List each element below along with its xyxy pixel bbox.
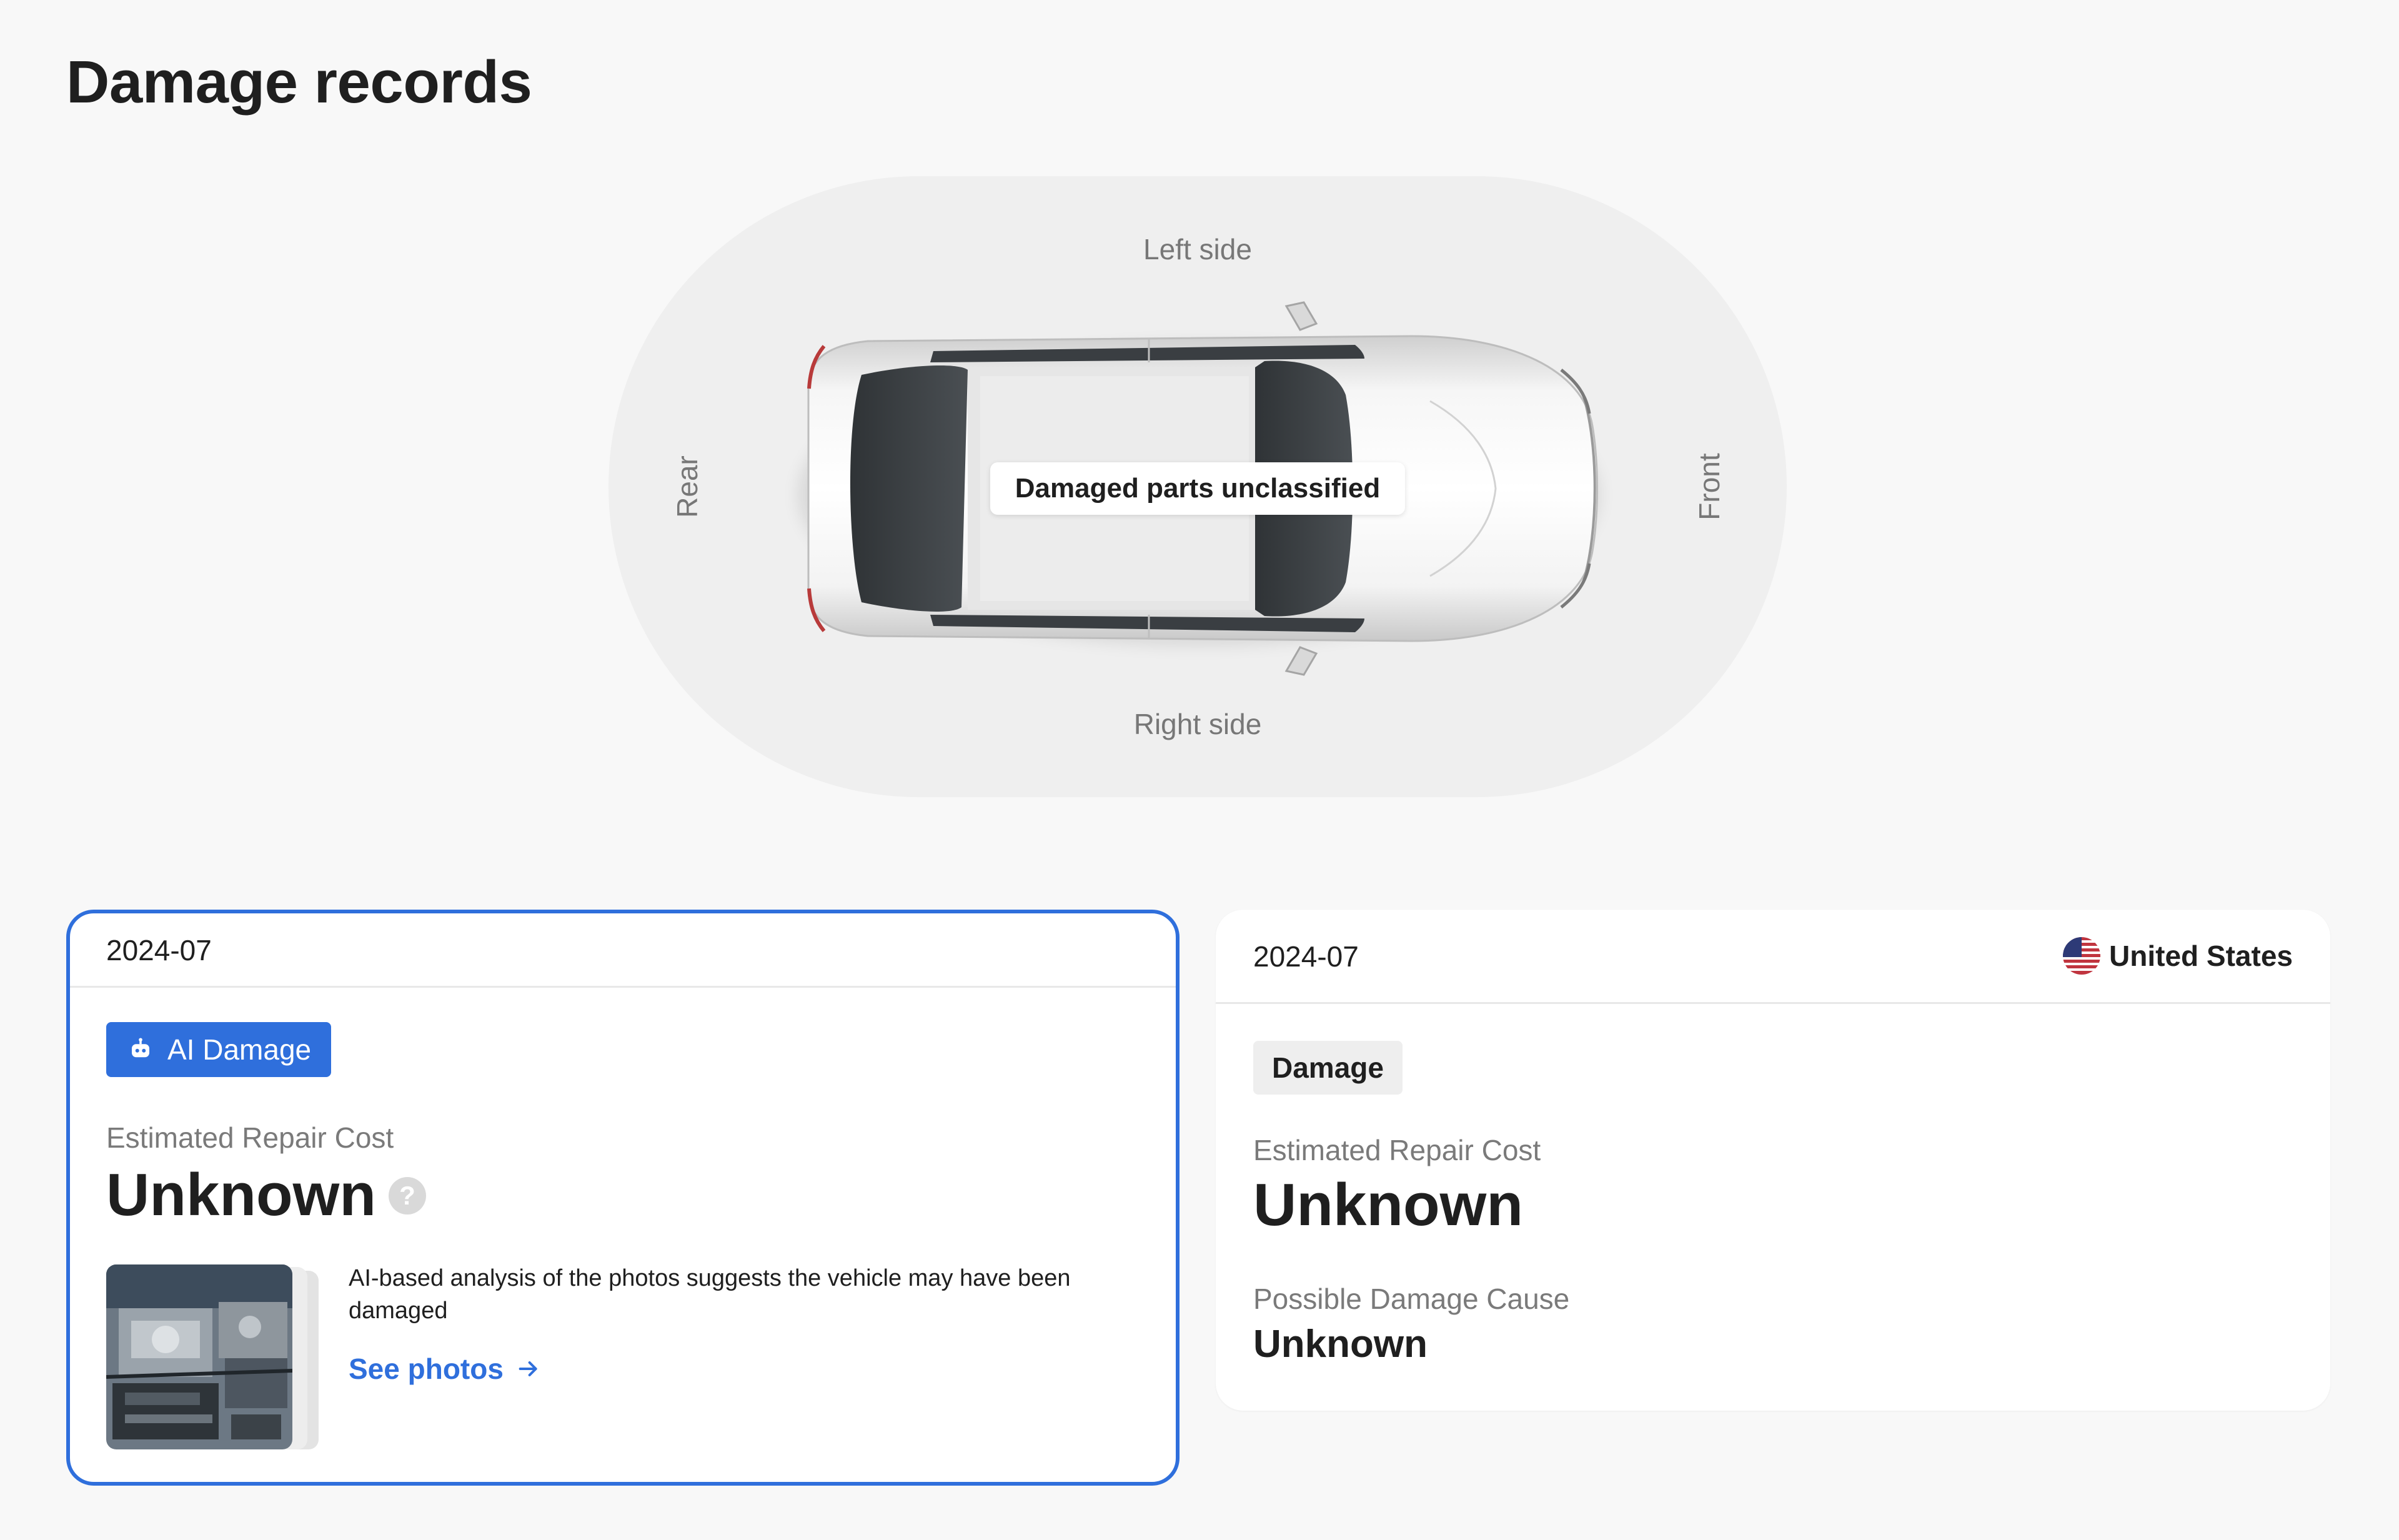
ai-damage-record-card[interactable]: 2024-07 AI Damage Estimated Repair Cost … (66, 910, 1180, 1486)
page-title: Damage records (66, 49, 532, 116)
country-name: United States (2109, 940, 2293, 972)
record-date: 2024-07 (106, 934, 212, 966)
rear-label: Rear (671, 455, 703, 518)
card-header: 2024-07 United States (1216, 910, 2330, 1004)
front-label: Front (1693, 453, 1726, 520)
arrow-right-icon (519, 1361, 537, 1376)
damage-cause-value: Unknown (1253, 1323, 1428, 1366)
repair-cost-label: Estimated Repair Cost (1253, 1134, 1541, 1166)
see-photos-link[interactable]: See photos (349, 1352, 541, 1386)
record-date: 2024-07 (1253, 940, 1359, 973)
damage-cause-label: Possible Damage Cause (1253, 1283, 1570, 1315)
right-side-label: Right side (1133, 708, 1262, 740)
damage-record-card[interactable]: 2024-07 United States Damage Estimated R… (1216, 910, 2330, 1411)
repair-cost-value-text: Unknown (106, 1161, 376, 1228)
us-flag-icon (2063, 937, 2101, 975)
ai-analysis-description: AI-based analysis of the photos suggests… (349, 1265, 1071, 1324)
ai-damage-badge-label: AI Damage (167, 1033, 312, 1066)
help-icon[interactable]: ? (388, 1176, 426, 1215)
damage-badge: Damage (1253, 1041, 1403, 1095)
repair-cost-label: Estimated Repair Cost (106, 1121, 394, 1154)
ai-damage-badge: AI Damage (106, 1022, 332, 1077)
see-photos-label: See photos (349, 1353, 504, 1385)
engine-photo-thumbnail[interactable] (106, 1264, 292, 1449)
repair-cost-value: Unknown (1253, 1171, 1523, 1238)
robot-icon (132, 1038, 149, 1058)
damage-photo-stack[interactable] (106, 1264, 321, 1452)
left-side-label: Left side (1143, 233, 1252, 266)
record-country: United States (2063, 937, 2293, 975)
card-header: 2024-07 (70, 913, 1176, 988)
repair-cost-value: Unknown? (106, 1161, 426, 1230)
damaged-parts-label: Damaged parts unclassified (990, 462, 1405, 515)
car-damage-diagram: Left side Right side Rear Front Damaged … (608, 176, 1787, 797)
